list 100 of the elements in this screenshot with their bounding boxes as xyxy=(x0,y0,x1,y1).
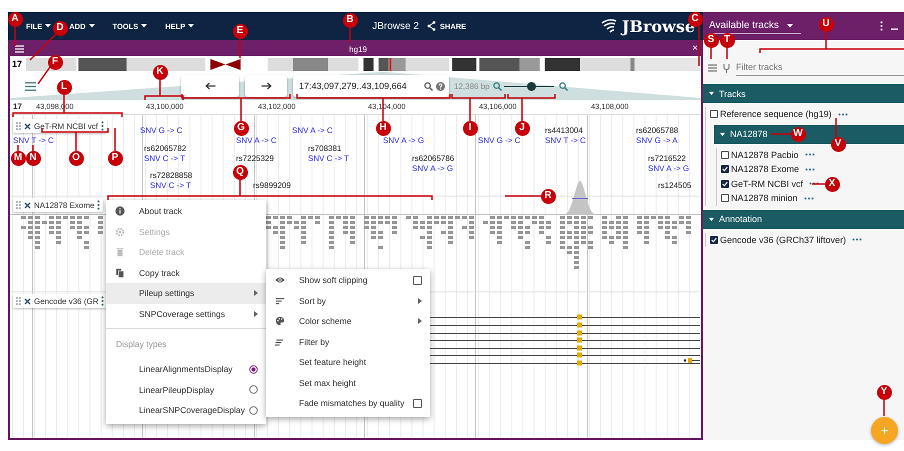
more-icon[interactable] xyxy=(852,238,862,242)
menu-item[interactable]: Set feature height xyxy=(266,352,430,372)
plug-icon[interactable] xyxy=(723,62,730,72)
checkbox[interactable] xyxy=(721,165,729,174)
menu-icon[interactable] xyxy=(25,82,36,90)
track-option[interactable]: GeT-RM NCBI vcf xyxy=(731,178,804,189)
track-name: NA12878 Exome xyxy=(34,200,94,210)
track-label[interactable]: NA12878 Exome xyxy=(13,198,104,212)
more-icon[interactable] xyxy=(805,168,816,171)
menu-item[interactable]: Pileup settings xyxy=(106,283,266,304)
copy-icon xyxy=(115,268,125,278)
location-field[interactable]: 17:43,097,279..43,109,664 xyxy=(299,81,421,91)
menu-item[interactable]: Fade mismatches by quality xyxy=(266,393,430,414)
back-button[interactable] xyxy=(181,75,239,97)
logo-icon xyxy=(600,18,618,34)
variant-change-label: SNV A -> C xyxy=(292,126,333,135)
more-icon[interactable] xyxy=(804,153,815,156)
more-icon[interactable] xyxy=(838,112,848,116)
variant-id-label: rs62065788 xyxy=(636,126,678,135)
more-icon[interactable] xyxy=(809,182,820,186)
zoom-slider[interactable] xyxy=(504,82,554,90)
variant-change-label: SNV G -> A xyxy=(636,136,678,145)
variant-id-label: rs9899209 xyxy=(253,181,291,190)
checkbox[interactable] xyxy=(721,180,729,188)
leader-line xyxy=(32,145,34,151)
zoom-in-icon[interactable] xyxy=(558,82,568,90)
leader-line xyxy=(835,118,837,137)
variant-change-label: SNV C -> T xyxy=(144,154,185,163)
location-field[interactable]: 17:43,097,279..43,109,664 xyxy=(293,75,449,97)
radio-button[interactable] xyxy=(249,364,258,374)
drag-handle-icon[interactable] xyxy=(16,122,21,130)
checkbox[interactable] xyxy=(710,236,718,244)
menu-item[interactable]: Copy track xyxy=(106,262,266,283)
category-header[interactable]: Tracks xyxy=(703,84,904,103)
leader-line xyxy=(726,47,728,59)
more-icon[interactable] xyxy=(101,121,104,131)
assembly-name: hg19 xyxy=(349,44,367,54)
checkbox[interactable] xyxy=(721,150,729,159)
menu-item[interactable]: Color scheme xyxy=(266,311,430,332)
close-icon[interactable] xyxy=(24,122,31,130)
menu-item[interactable]: LinearSNPCoverageDisplay xyxy=(106,400,266,420)
menu-item[interactable]: Filter by xyxy=(266,332,430,352)
leader-line xyxy=(37,66,51,84)
caret-icon xyxy=(88,24,94,28)
close-icon[interactable] xyxy=(24,298,31,304)
checkbox[interactable] xyxy=(721,194,729,202)
track-option[interactable]: NA12878 minion xyxy=(731,193,798,204)
caret-icon xyxy=(141,24,148,28)
help-icon[interactable] xyxy=(436,82,445,90)
category-header[interactable]: Annotation xyxy=(703,210,904,228)
filter-icon xyxy=(275,336,285,347)
radio-button[interactable] xyxy=(249,385,258,394)
more-icon[interactable] xyxy=(804,196,814,200)
menu-item[interactable]: LinearPileupDisplay xyxy=(106,380,266,400)
filter-field[interactable]: Filter tracks xyxy=(736,59,904,76)
track-name: GeT-RM NCBI vcf xyxy=(34,122,98,130)
menu-item[interactable]: LinearAlignmentsDisplay xyxy=(106,359,266,380)
menu-item[interactable]: Set max height xyxy=(266,372,430,393)
close-icon[interactable] xyxy=(24,202,31,208)
track-label[interactable]: Gencode v36 (GR xyxy=(13,294,108,308)
chromosome-name: 17 xyxy=(12,59,22,69)
menu-item[interactable]: Show soft clipping xyxy=(266,270,430,290)
leader-line xyxy=(239,38,241,58)
checkbox[interactable] xyxy=(413,398,422,408)
track-option[interactable]: Reference sequence (hg19) xyxy=(720,109,832,120)
variant-change-label: SNV T -> C xyxy=(13,136,54,145)
callout-marker: L xyxy=(56,80,72,94)
menu-item[interactable]: About track xyxy=(106,201,266,222)
zoom-out-icon[interactable] xyxy=(492,82,502,90)
menu-item[interactable]: Sort by xyxy=(266,290,430,311)
menu-icon[interactable] xyxy=(708,64,717,72)
view-menu-icon[interactable] xyxy=(15,45,24,53)
menu-item[interactable]: SNPCoverage settings xyxy=(106,304,266,324)
drag-handle-icon[interactable] xyxy=(16,201,21,209)
checkbox[interactable] xyxy=(413,276,422,285)
trash-icon xyxy=(115,247,125,258)
checkbox[interactable] xyxy=(710,110,718,118)
callout-marker: M xyxy=(10,150,26,166)
variant-change-label: SNV A -> C xyxy=(236,136,277,145)
close-button[interactable]: × xyxy=(692,44,698,54)
variant-id-label: rs72828858 xyxy=(150,171,192,180)
more-icon[interactable] xyxy=(880,21,883,31)
menu-subheader: Display types xyxy=(115,338,168,351)
drag-handle-icon[interactable] xyxy=(16,297,21,305)
eye-icon xyxy=(275,275,285,286)
search-icon[interactable] xyxy=(424,82,433,90)
track-option[interactable]: NA12878 Exome xyxy=(731,164,800,174)
more-icon[interactable] xyxy=(97,200,100,210)
forward-button[interactable] xyxy=(245,75,287,97)
radio-button[interactable] xyxy=(249,406,258,415)
palette-icon xyxy=(275,316,285,326)
track-option[interactable]: NA12878 Pacbio xyxy=(731,150,799,160)
variant-change-label: SNV G -> C xyxy=(478,136,520,145)
callout-marker: I xyxy=(462,120,478,136)
track-label[interactable]: GeT-RM NCBI vcf xyxy=(13,119,108,133)
track-option[interactable]: Gencode v36 (GRCh37 liftover) xyxy=(720,234,846,245)
leader-line xyxy=(349,27,351,42)
callout-marker: Q xyxy=(232,164,248,180)
variant-id-label: rs124505 xyxy=(658,181,692,190)
more-icon[interactable] xyxy=(101,296,104,306)
